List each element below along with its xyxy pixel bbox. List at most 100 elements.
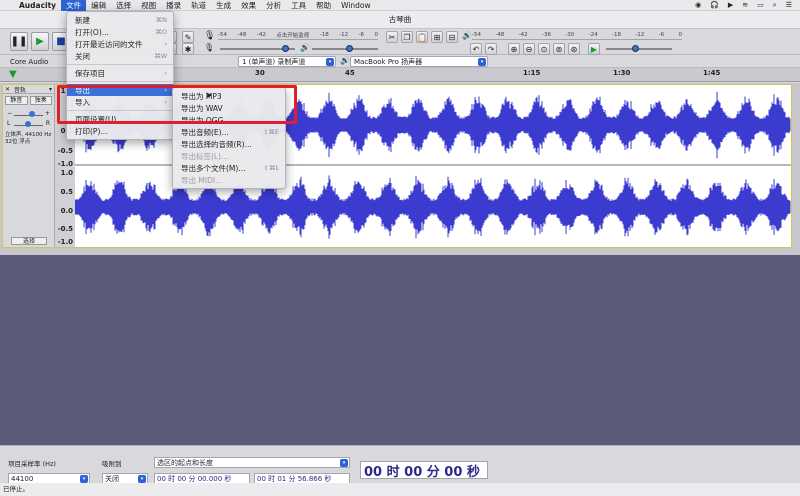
play-button[interactable]: ▶ [31, 32, 49, 51]
battery-icon[interactable]: ▭ [757, 1, 764, 9]
playback-device-select[interactable]: MacBook Pro 扬声器 ▾ [350, 56, 488, 67]
menu-item-label: 导出选择的音频(R)... [181, 139, 252, 149]
amplitude-label: -1.0 [57, 160, 73, 168]
chevron-down-icon: ▾ [340, 459, 348, 467]
play-status-icon[interactable]: ▶ [728, 1, 733, 9]
draw-tool-button[interactable]: ✎ [182, 31, 194, 43]
export-multiple[interactable]: 导出多个文件(M)... ⇧⌘L [173, 162, 285, 174]
timeline-play-icon[interactable]: ▼ [9, 69, 20, 80]
menu-edit[interactable]: 编辑 [86, 0, 111, 11]
wifi-icon[interactable]: ≋ [742, 1, 748, 9]
track-select-button[interactable]: 选择 [11, 237, 47, 245]
empty-track-space[interactable] [0, 255, 800, 445]
control-center-icon[interactable]: ☰ [786, 1, 792, 9]
playback-volume-slider[interactable] [312, 45, 378, 52]
search-icon[interactable]: ⌕ [773, 1, 777, 10]
chevron-down-icon[interactable]: ▾ [49, 86, 52, 93]
record-volume-knob[interactable] [282, 45, 289, 52]
track-header: ✕ 音轨 ▾ [3, 85, 54, 94]
recording-channels-select[interactable]: 1 (单声道) 录制声道 ▾ [238, 56, 336, 67]
menu-file[interactable]: 文件 [61, 0, 87, 11]
file-menu-open[interactable]: 打开(O)... ⌘O [67, 26, 173, 38]
fit-selection-button[interactable]: ⊙ [538, 43, 550, 55]
gain-slider[interactable]: − + [7, 110, 50, 120]
fit-project-icon: ⊚ [555, 44, 563, 54]
chevron-down-icon: ▾ [138, 475, 146, 483]
close-icon[interactable]: ✕ [5, 86, 10, 93]
file-menu-new[interactable]: 新建 ⌘N [67, 14, 173, 26]
cut-button[interactable]: ✂ [386, 31, 398, 43]
asterisk-icon: ✱ [184, 44, 192, 54]
file-menu-recent[interactable]: 打开最近访问的文件 › [67, 38, 173, 50]
fit-project-button[interactable]: ⊚ [553, 43, 565, 55]
playback-meter[interactable]: -54 -48 -42 -36 -30 -24 -18 -12 -6 0 [472, 31, 682, 40]
menu-tracks[interactable]: 轨道 [186, 0, 211, 11]
play-meter-tick: -12 [635, 32, 645, 38]
menu-select[interactable]: 选择 [111, 0, 136, 11]
paste-button[interactable]: 📋 [416, 31, 428, 43]
menu-item-label: 打开(O)... [75, 27, 109, 37]
selection-mode-select[interactable]: 选区的起点和长度 ▾ [154, 457, 350, 468]
menu-help[interactable]: 帮助 [311, 0, 336, 11]
menu-item-shortcut: ⌘O [155, 28, 167, 36]
menu-item-label: 打开最近访问的文件 [75, 39, 143, 49]
selection-length-value: 00 时 01 分 56.866 秒 [257, 474, 332, 483]
microphone-icon[interactable]: 🎙 [204, 31, 215, 41]
pan-slider[interactable]: L R [7, 120, 50, 130]
export-selected-audio[interactable]: 导出选择的音频(R)... [173, 138, 285, 150]
gain-knob[interactable] [29, 111, 35, 117]
menu-generate[interactable]: 生成 [211, 0, 236, 11]
audio-host-select[interactable]: Core Audio [6, 56, 62, 67]
copy-button[interactable]: ❐ [401, 31, 413, 43]
play-at-speed-button[interactable]: ▶ [588, 43, 600, 55]
file-menu-print[interactable]: 打印(P)... [67, 125, 173, 137]
record-volume-slider[interactable] [220, 45, 295, 52]
file-menu-save-project[interactable]: 保存项目 › [67, 67, 173, 79]
zoom-out-button[interactable]: ⊖ [523, 43, 535, 55]
menu-view[interactable]: 视图 [136, 0, 161, 11]
record-status-icon[interactable]: ◉ [695, 1, 701, 9]
mute-button[interactable]: 静音 [5, 96, 28, 105]
menu-effect[interactable]: 效果 [236, 0, 261, 11]
annotation-highlight-box [57, 85, 297, 124]
track-name[interactable]: 音轨 [14, 85, 26, 94]
silence-button[interactable]: ⊟ [446, 31, 458, 43]
record-meter-hint[interactable]: 点击开始监视 [276, 31, 309, 39]
zoom-out-icon: ⊖ [525, 44, 533, 54]
menu-analyze[interactable]: 分析 [261, 0, 286, 11]
solo-button[interactable]: 独奏 [29, 96, 52, 105]
amplitude-label: 0.5 [60, 188, 73, 196]
file-menu-close[interactable]: 关闭 ⌘W [67, 50, 173, 62]
headphones-icon[interactable]: 🎧 [710, 1, 719, 9]
playback-speaker-icon: 🔊 [462, 31, 472, 40]
redo-button[interactable]: ↷ [485, 43, 497, 55]
menu-separator [67, 81, 173, 82]
playback-volume-knob[interactable] [346, 45, 353, 52]
selection-mode-label: 选区的起点和长度 [157, 458, 213, 467]
multi-tool-button[interactable]: ✱ [182, 43, 194, 55]
pan-knob[interactable] [25, 121, 31, 127]
trim-button[interactable]: ⊞ [431, 31, 443, 43]
audio-position-display[interactable]: 00 时 00 分 00 秒 [360, 461, 488, 480]
amplitude-label: 0.0 [60, 207, 73, 215]
menubar-status-icons: ◉ 🎧 ▶ ≋ ▭ ⌕ ☰ [695, 1, 800, 10]
menu-tools[interactable]: 工具 [286, 0, 311, 11]
menu-transport[interactable]: 播录 [161, 0, 186, 11]
menu-window[interactable]: Window [336, 1, 376, 10]
track-control-panel: ✕ 音轨 ▾ 静音 独奏 − + L R 立体声, 44100 Hz 32位 浮… [3, 85, 55, 247]
pause-button[interactable]: ❚❚ [10, 32, 28, 51]
zoom-toggle-button[interactable]: ⊛ [568, 43, 580, 55]
play-speed-knob[interactable] [632, 45, 639, 52]
menu-item-label: 新建 [75, 15, 90, 25]
record-meter[interactable]: -54 -48 -42 点击开始监视 -18 -12 -6 0 [218, 31, 378, 40]
menu-app-name[interactable]: Audacity [14, 1, 61, 10]
zoom-in-button[interactable]: ⊕ [508, 43, 520, 55]
record-meter-tick: -12 [339, 32, 349, 38]
export-audio[interactable]: 导出音频(E)... ⇧⌘E [173, 126, 285, 138]
mic-level-icon: 🎙 [204, 43, 215, 52]
chevron-down-icon: ▾ [478, 58, 486, 66]
amplitude-label: -0.5 [57, 147, 73, 155]
undo-button[interactable]: ↶ [470, 43, 482, 55]
play-speed-slider[interactable] [606, 45, 672, 52]
menu-item-label: 导出 MIDI... [181, 175, 223, 185]
